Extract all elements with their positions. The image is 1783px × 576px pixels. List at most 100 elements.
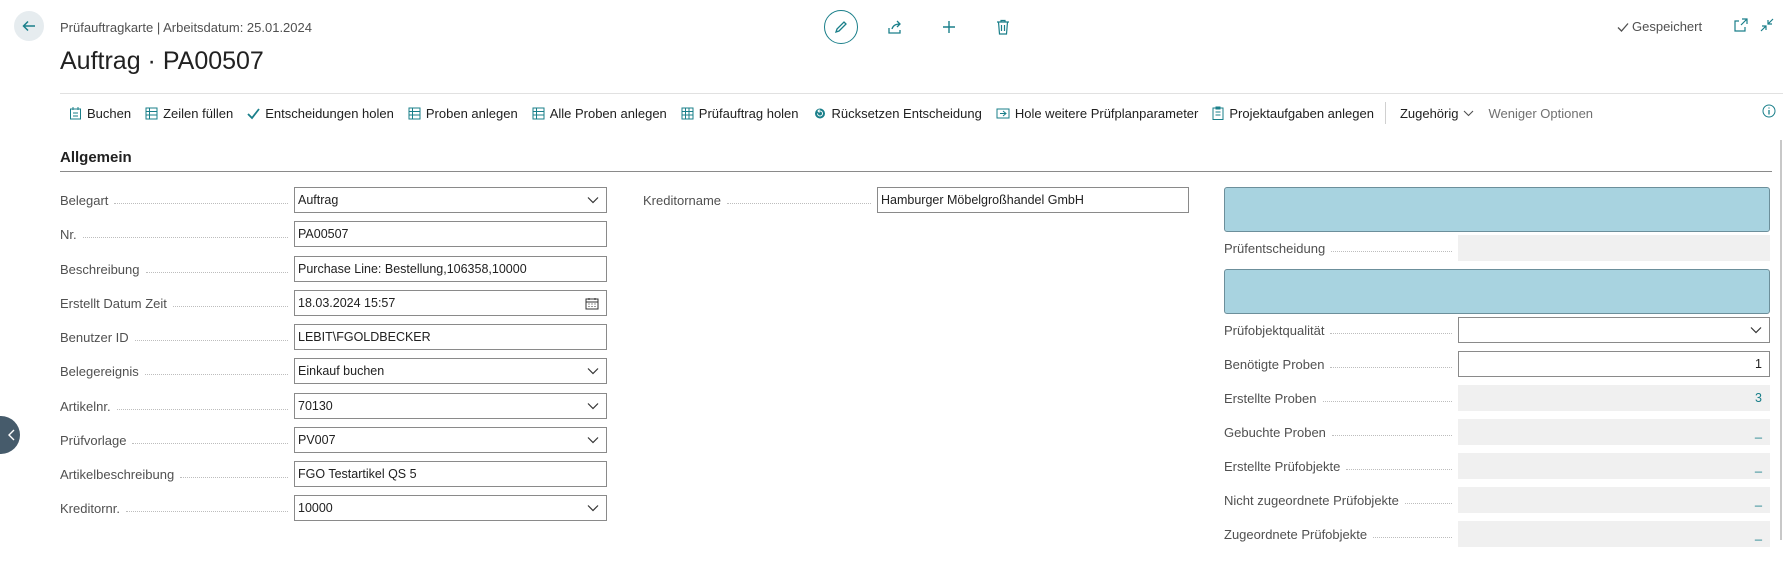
- kreditorname-input[interactable]: Hamburger Möbelgroßhandel GmbH: [877, 187, 1189, 213]
- saved-label: Gespeichert: [1632, 19, 1703, 34]
- related-menu[interactable]: Zugehörig: [1393, 101, 1482, 125]
- plus-icon: [943, 21, 955, 33]
- field-row-kreditorname: Kreditorname Hamburger Möbelgroßhandel G…: [643, 187, 1189, 213]
- field-label: Zugeordnete Prüfobjekte: [1224, 527, 1458, 542]
- field-label: Artikelnr.: [60, 399, 294, 414]
- beschreibung-input[interactable]: Purchase Line: Bestellung,106358,10000: [294, 256, 607, 282]
- chevron-down-icon: [587, 437, 599, 444]
- chevron-down-icon: [587, 403, 599, 410]
- erstellt-datum-input[interactable]: 18.03.2024 15:57: [294, 290, 607, 316]
- zugeordnete-link[interactable]: _: [1458, 521, 1770, 547]
- back-button[interactable]: [14, 11, 44, 41]
- section-title[interactable]: Allgemein: [60, 149, 132, 166]
- action-label: Hole weitere Prüfplanparameter: [1014, 105, 1199, 121]
- field-label: Kreditorname: [643, 193, 877, 208]
- artikelbeschreibung-input[interactable]: FGO Testartikel QS 5: [294, 461, 607, 487]
- info-icon[interactable]: [1762, 104, 1776, 118]
- erstellte-pruefobjekte-link[interactable]: _: [1458, 453, 1770, 479]
- benutzer-id-input[interactable]: LEBIT\FGOLDBECKER: [294, 324, 607, 350]
- chevron-down-icon: [587, 197, 599, 204]
- action-buchen[interactable]: Buchen: [60, 101, 138, 125]
- related-label: Zugehörig: [1399, 105, 1459, 121]
- field-row-nicht-zugeordnete: Nicht zugeordnete Prüfobjekte _: [1224, 487, 1770, 513]
- nr-input[interactable]: PA00507: [294, 221, 607, 247]
- field-row-belegart: Belegart Auftrag: [60, 187, 607, 213]
- grid-icon: [408, 107, 421, 119]
- field-row-benutzer-id: Benutzer ID LEBIT\FGOLDBECKER: [60, 324, 607, 350]
- import-icon: [996, 108, 1010, 118]
- fewer-options-button[interactable]: Weniger Optionen: [1481, 101, 1600, 125]
- kreditornr-select[interactable]: 10000: [294, 495, 607, 521]
- side-panel-toggle[interactable]: [0, 416, 20, 454]
- share-icon: [888, 20, 901, 34]
- field-row-gebuchte-proben: Gebuchte Proben _: [1224, 419, 1770, 445]
- grid-icon: [145, 107, 158, 119]
- fewer-options-label: Weniger Optionen: [1488, 105, 1594, 121]
- field-row-pruefobjektqualitaet: Prüfobjektqualität: [1224, 317, 1770, 343]
- belegereignis-select[interactable]: Einkauf buchen: [294, 358, 607, 384]
- field-row-erstellte-pruefobjekte: Erstellte Prüfobjekte _: [1224, 453, 1770, 479]
- field-label: Belegart: [60, 193, 294, 208]
- action-label: Buchen: [87, 105, 132, 121]
- field-row-artikelbeschreibung: Artikelbeschreibung FGO Testartikel QS 5: [60, 461, 607, 487]
- action-bar: Buchen Zeilen füllen Entscheidungen hole…: [60, 101, 1600, 125]
- action-entscheidungen-holen[interactable]: Entscheidungen holen: [240, 101, 401, 125]
- pruefvorlage-select[interactable]: PV007: [294, 427, 607, 453]
- check-icon: [1617, 22, 1629, 32]
- table-icon: [681, 107, 694, 119]
- field-label: Prüfentscheidung: [1224, 241, 1458, 256]
- scrollbar[interactable]: [1780, 140, 1782, 540]
- section-divider: [60, 171, 1772, 172]
- benoetigte-proben-input[interactable]: 1: [1458, 351, 1770, 377]
- new-button[interactable]: [932, 10, 966, 44]
- action-label: Entscheidungen holen: [265, 105, 394, 121]
- edit-button[interactable]: [824, 10, 858, 44]
- field-label: Nicht zugeordnete Prüfobjekte: [1224, 493, 1458, 508]
- status-indicator-box: [1224, 187, 1770, 232]
- action-hole-pruefplanparameter[interactable]: Hole weitere Prüfplanparameter: [989, 101, 1206, 125]
- action-pruefauftrag-holen[interactable]: Prüfauftrag holen: [674, 101, 806, 125]
- chevron-down-icon: [1464, 110, 1474, 116]
- field-row-benoetigte-proben: Benötigte Proben 1: [1224, 351, 1770, 377]
- field-row-zugeordnete: Zugeordnete Prüfobjekte _: [1224, 521, 1770, 547]
- belegart-select[interactable]: Auftrag: [294, 187, 607, 213]
- artikelnr-select[interactable]: 70130: [294, 393, 607, 419]
- saved-status: Gespeichert: [1617, 19, 1702, 34]
- chevron-down-icon: [587, 368, 599, 375]
- field-label: Gebuchte Proben: [1224, 425, 1458, 440]
- field-row-erstellt-datum: Erstellt Datum Zeit 18.03.2024 15:57: [60, 290, 607, 316]
- nicht-zugeordnete-link[interactable]: _: [1458, 487, 1770, 513]
- field-row-pruefentscheidung: Prüfentscheidung: [1224, 235, 1770, 261]
- field-row-belegereignis: Belegereignis Einkauf buchen: [60, 358, 607, 384]
- share-button[interactable]: [878, 10, 912, 44]
- chevron-down-icon: [1750, 327, 1762, 334]
- action-label: Rücksetzen Entscheidung: [831, 105, 982, 121]
- action-projektaufgaben-anlegen[interactable]: Projektaufgaben anlegen: [1205, 101, 1381, 125]
- chevron-down-icon: [587, 505, 599, 512]
- action-ruecksetzen-entscheidung[interactable]: Rücksetzen Entscheidung: [806, 101, 989, 125]
- field-row-beschreibung: Beschreibung Purchase Line: Bestellung,1…: [60, 256, 607, 282]
- trash-icon: [997, 19, 1009, 35]
- erstellte-proben-link[interactable]: 3: [1458, 385, 1770, 411]
- pruefobjektqualitaet-select[interactable]: [1458, 317, 1770, 343]
- field-label: Nr.: [60, 227, 294, 242]
- collapse-icon[interactable]: [1760, 18, 1774, 32]
- delete-button[interactable]: [986, 10, 1020, 44]
- action-proben-anlegen[interactable]: Proben anlegen: [401, 101, 525, 125]
- field-row-nr: Nr. PA00507: [60, 221, 607, 247]
- action-alle-proben-anlegen[interactable]: Alle Proben anlegen: [525, 101, 674, 125]
- gebuchte-proben-link[interactable]: _: [1458, 419, 1770, 445]
- action-label: Projektaufgaben anlegen: [1229, 105, 1374, 121]
- pencil-icon: [834, 21, 847, 34]
- action-zeilen-fuellen[interactable]: Zeilen füllen: [138, 101, 240, 125]
- field-label: Prüfvorlage: [60, 433, 294, 448]
- field-label: Prüfobjektqualität: [1224, 323, 1458, 338]
- field-row-kreditornr: Kreditornr. 10000: [60, 495, 607, 521]
- page-title: Auftrag · PA00507: [60, 47, 264, 75]
- field-label: Beschreibung: [60, 262, 294, 277]
- field-label: Belegereignis: [60, 364, 294, 379]
- action-label: Prüfauftrag holen: [698, 105, 799, 121]
- calendar-icon[interactable]: [585, 297, 599, 310]
- open-new-window-icon[interactable]: [1734, 18, 1748, 32]
- pruefentscheidung-value: [1458, 235, 1770, 261]
